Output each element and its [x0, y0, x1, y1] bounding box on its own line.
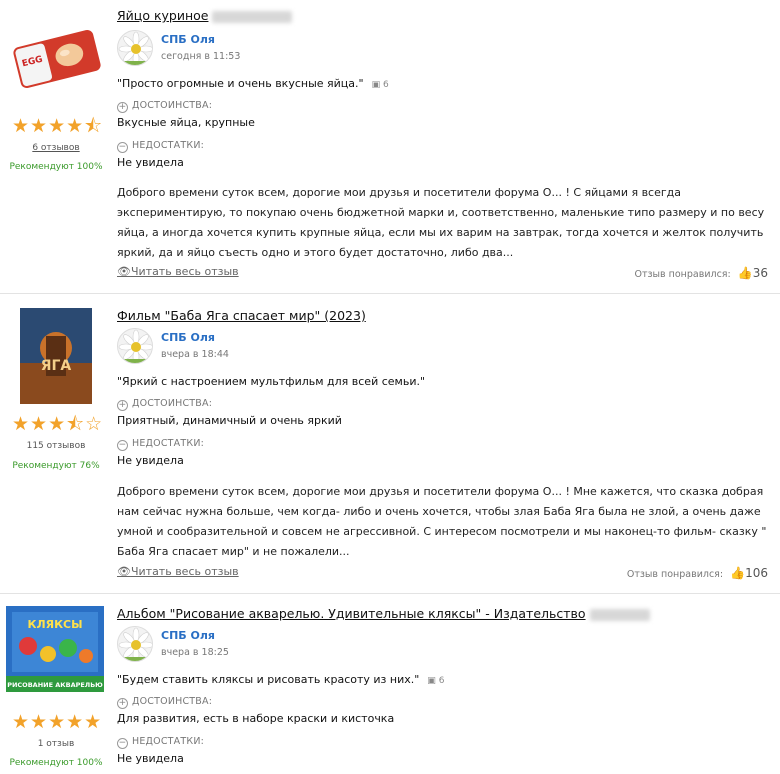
reviews-count[interactable]: 115 отзывов [0, 441, 112, 451]
cons-text: Не увидела [117, 752, 184, 765]
cons-text: Не увидела [117, 156, 184, 169]
review-card: EGG ★★★★⯪ 6 отзывов Рекомендуют 100% Яйц… [0, 0, 780, 294]
thumbs-up-icon: 👍 [730, 566, 746, 580]
avatar[interactable] [117, 626, 153, 662]
blurred-text [212, 10, 293, 23]
review-quote[interactable]: "Будем ставить кляксы и рисовать красоту… [117, 673, 444, 686]
author-name[interactable]: СПБ Оля [161, 629, 215, 642]
eye-icon: 👁 [117, 265, 131, 278]
svg-text:КЛЯКСЫ: КЛЯКСЫ [27, 618, 82, 631]
review-title-link[interactable]: Альбом "Рисование акварелью. Удивительны… [117, 606, 650, 621]
svg-text:РИСОВАНИЕ АКВАРЕЛЬЮ: РИСОВАНИЕ АКВАРЕЛЬЮ [7, 681, 103, 689]
daisy-icon [118, 329, 152, 363]
cons-label: − НЕДОСТАТКИ: [117, 438, 205, 451]
review-quote[interactable]: "Яркий с настроением мультфильм для всей… [117, 375, 425, 388]
rating-stars: ★★★⯪☆ [12, 413, 104, 435]
recommend-percent: Рекомендуют 76% [12, 461, 100, 471]
camera-icon: ▣ [371, 80, 381, 90]
product-image-eggs[interactable]: EGG [8, 24, 106, 94]
review-quote[interactable]: "Просто огромные и очень вкусные яйца." ▣… [117, 77, 389, 90]
review-time: вчера в 18:44 [161, 349, 229, 360]
plus-icon: + [117, 400, 128, 411]
read-more-link[interactable]: 👁Читать весь отзыв [117, 265, 239, 278]
recommend-percent: Рекомендуют 100% [9, 162, 103, 172]
pros-label: + ДОСТОИНСТВА: [117, 100, 213, 113]
minus-icon: − [117, 440, 128, 451]
review-body: Доброго времени суток всем, дорогие мои … [117, 485, 767, 558]
pros-text: Для развития, есть в наборе краски и кис… [117, 712, 395, 725]
author-name[interactable]: СПБ Оля [161, 331, 215, 344]
minus-icon: − [117, 738, 128, 749]
pros-label: + ДОСТОИНСТВА: [117, 398, 213, 411]
review-card: КЛЯКСЫ РИСОВАНИЕ АКВАРЕЛЬЮ ★★★★★ 1 отзыв… [0, 594, 780, 774]
blurred-text [589, 608, 650, 621]
svg-text:ЯГА: ЯГА [41, 358, 72, 374]
pros-text: Приятный, динамичный и очень яркий [117, 414, 342, 427]
review-time: вчера в 18:25 [161, 647, 229, 658]
camera-icon: ▣ [427, 676, 436, 686]
avatar[interactable] [117, 328, 153, 364]
review-card: ЯГА ★★★⯪☆ 115 отзывов Рекомендуют 76% Фи… [0, 294, 780, 594]
review-title-link[interactable]: Яйцо куриное [117, 8, 293, 23]
cons-label: − НЕДОСТАТКИ: [117, 140, 205, 153]
minus-icon: − [117, 142, 128, 153]
eye-icon: 👁 [117, 565, 131, 578]
daisy-icon [118, 31, 152, 65]
rating-stars: ★★★★⯪ [12, 115, 104, 137]
photo-count: ▣ 6 [371, 80, 389, 90]
rating-stars: ★★★★★ [12, 711, 103, 733]
review-body: Доброго времени суток всем, дорогие мои … [117, 186, 765, 259]
product-image-album[interactable]: КЛЯКСЫ РИСОВАНИЕ АКВАРЕЛЬЮ [6, 606, 104, 692]
pros-label: + ДОСТОИНСТВА: [117, 696, 213, 709]
cons-text: Не увидела [117, 454, 184, 467]
plus-icon: + [117, 102, 128, 113]
avatar[interactable] [117, 30, 153, 66]
pros-text: Вкусные яйца, крупные [117, 116, 255, 129]
photo-count: ▣ 6 [427, 676, 445, 686]
daisy-icon [118, 627, 152, 661]
product-image-movie-poster[interactable]: ЯГА [20, 308, 92, 404]
likes[interactable]: Отзыв понравился: 👍36 [634, 266, 768, 280]
cons-label: − НЕДОСТАТКИ: [117, 736, 205, 749]
read-more-link[interactable]: 👁Читать весь отзыв [117, 565, 239, 578]
author-name[interactable]: СПБ Оля [161, 33, 215, 46]
likes[interactable]: Отзыв понравился: 👍106 [627, 566, 768, 580]
review-title-link[interactable]: Фильм "Баба Яга спасает мир" (2023) [117, 308, 366, 323]
recommend-percent: Рекомендуют 100% [9, 758, 103, 768]
reviews-count[interactable]: 1 отзыв [0, 739, 112, 749]
thumbs-up-icon: 👍 [737, 266, 753, 280]
reviews-count-link[interactable]: 6 отзывов [0, 143, 112, 153]
review-time: сегодня в 11:53 [161, 51, 241, 62]
plus-icon: + [117, 698, 128, 709]
